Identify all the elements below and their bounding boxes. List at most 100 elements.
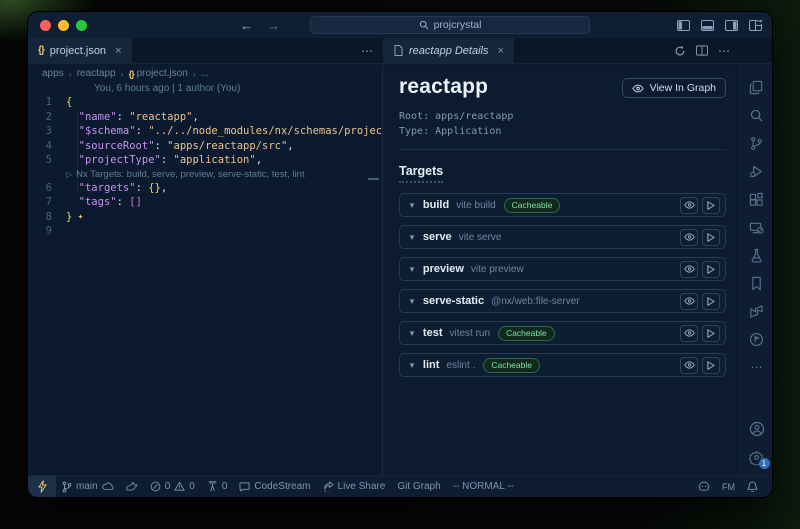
- target-row[interactable]: ▼ test vitest run Cacheable: [399, 321, 726, 345]
- gitlens-bird-indicator[interactable]: [120, 476, 144, 497]
- code-line[interactable]: 8} ✦: [28, 210, 382, 225]
- breadcrumb-label: ...: [201, 68, 209, 79]
- view-target-button[interactable]: [680, 357, 698, 374]
- close-tab-icon[interactable]: ×: [115, 45, 121, 57]
- explorer-icon[interactable]: [741, 73, 773, 101]
- breadcrumb-separator: ›: [121, 69, 124, 79]
- live-share-indicator[interactable]: Live Share: [317, 476, 392, 497]
- more-actions-icon[interactable]: ⋯: [718, 44, 730, 58]
- target-name: serve-static: [423, 295, 484, 307]
- fm-indicator[interactable]: FM: [716, 476, 741, 497]
- git-branch-indicator[interactable]: main: [56, 476, 120, 497]
- nx-console-icon[interactable]: [741, 297, 773, 325]
- project-manager-icon[interactable]: [741, 325, 773, 353]
- close-tab-icon[interactable]: ×: [498, 45, 504, 57]
- target-row[interactable]: ▼ serve-static @nx/web:file-server: [399, 289, 726, 313]
- breadcrumb-item[interactable]: ...: [201, 68, 209, 79]
- search-icon[interactable]: [741, 101, 773, 129]
- codestream-indicator[interactable]: CodeStream: [233, 476, 316, 497]
- tab-project-json[interactable]: {} project.json ×: [28, 38, 132, 63]
- toggle-panel-icon[interactable]: [701, 20, 714, 31]
- target-row[interactable]: ▼ preview vite preview: [399, 257, 726, 281]
- code-line[interactable]: 4 "sourceRoot": "apps/reactapp/src",: [28, 139, 382, 154]
- view-target-button[interactable]: [680, 293, 698, 310]
- bell-icon: [747, 481, 758, 493]
- more-actions-icon[interactable]: ⋯: [361, 44, 373, 58]
- run-target-button[interactable]: [702, 229, 720, 246]
- code-token: {}: [148, 181, 161, 196]
- code-line[interactable]: 2 "name": "reactapp",: [28, 110, 382, 125]
- remote-indicator[interactable]: [28, 476, 56, 497]
- copilot-indicator[interactable]: [692, 476, 716, 497]
- code-line[interactable]: 6 "targets": {},: [28, 181, 382, 196]
- chevron-down-icon[interactable]: ▼: [408, 297, 416, 306]
- code-line[interactable]: 1{: [28, 95, 382, 110]
- target-row[interactable]: ▼ lint eslint . Cacheable: [399, 353, 726, 377]
- line-number: 5: [28, 153, 66, 168]
- customize-layout-icon[interactable]: [749, 20, 762, 31]
- chevron-down-icon[interactable]: ▼: [408, 361, 416, 370]
- problems-indicator[interactable]: 0 0: [144, 476, 201, 497]
- vim-mode-indicator[interactable]: -- NORMAL --: [447, 476, 520, 497]
- view-in-graph-button[interactable]: View In Graph: [622, 78, 726, 98]
- command-center-search[interactable]: projcrystal: [310, 16, 590, 34]
- run-target-button[interactable]: [702, 325, 720, 342]
- breadcrumb-item[interactable]: apps: [42, 68, 64, 79]
- breadcrumb-item[interactable]: reactapp: [77, 68, 116, 79]
- tab-reactapp-details[interactable]: reactapp Details ×: [384, 38, 514, 63]
- code-line[interactable]: 9: [28, 224, 382, 239]
- refresh-icon[interactable]: [674, 45, 686, 57]
- json-file-icon: {}: [38, 45, 44, 56]
- settings-gear-icon[interactable]: 1: [741, 443, 773, 471]
- run-target-button[interactable]: [702, 197, 720, 214]
- cacheable-badge: Cacheable: [498, 326, 555, 341]
- view-target-button[interactable]: [680, 325, 698, 342]
- code-line[interactable]: 7 "tags": []: [28, 195, 382, 210]
- toggle-primary-sidebar-icon[interactable]: [677, 20, 690, 31]
- view-target-button[interactable]: [680, 261, 698, 278]
- chevron-down-icon[interactable]: ▼: [408, 233, 416, 242]
- git-graph-indicator[interactable]: Git Graph: [391, 476, 446, 497]
- toggle-secondary-sidebar-icon[interactable]: [725, 20, 738, 31]
- code-line[interactable]: 3 "$schema": "../../node_modules/nx/sche…: [28, 124, 382, 139]
- forward-arrow-icon[interactable]: →: [267, 18, 280, 33]
- code-token: "targets": [79, 181, 136, 196]
- warning-icon: [174, 481, 185, 492]
- extensions-icon[interactable]: [741, 185, 773, 213]
- run-target-button[interactable]: [702, 261, 720, 278]
- eye-icon: [684, 297, 695, 305]
- account-icon[interactable]: [741, 415, 773, 443]
- code-line[interactable]: 5 "projectType": "application",: [28, 153, 382, 168]
- play-icon: [707, 265, 715, 274]
- breadcrumb-item[interactable]: {}project.json: [129, 68, 188, 79]
- minimize-window-button[interactable]: [58, 20, 69, 31]
- bookmarks-icon[interactable]: [741, 269, 773, 297]
- split-editor-icon[interactable]: [696, 45, 708, 56]
- chevron-down-icon[interactable]: ▼: [408, 329, 416, 338]
- remote-explorer-icon[interactable]: [741, 213, 773, 241]
- chevron-down-icon[interactable]: ▼: [408, 265, 416, 274]
- copilot-sparkle-icon: ✦: [72, 210, 83, 225]
- nx-codelens[interactable]: ▷Nx Targets: build, serve, preview, serv…: [28, 168, 382, 181]
- code-content[interactable]: 1{2 "name": "reactapp",3 "$schema": "../…: [28, 95, 382, 239]
- run-target-button[interactable]: [702, 357, 720, 374]
- notifications-indicator[interactable]: [741, 476, 764, 497]
- chevron-down-icon[interactable]: ▼: [408, 201, 416, 210]
- target-row[interactable]: ▼ serve vite serve: [399, 225, 726, 249]
- target-row[interactable]: ▼ build vite build Cacheable: [399, 193, 726, 217]
- editor-project-json[interactable]: apps›reactapp›{}project.json›... You, 6 …: [28, 65, 383, 475]
- sash-handle[interactable]: [368, 178, 379, 180]
- view-target-button[interactable]: [680, 229, 698, 246]
- test-flask-icon[interactable]: [741, 241, 773, 269]
- more-views-icon[interactable]: ⋯: [741, 353, 773, 381]
- run-target-button[interactable]: [702, 293, 720, 310]
- close-window-button[interactable]: [40, 20, 51, 31]
- eye-icon: [684, 265, 695, 273]
- ports-indicator[interactable]: 0: [201, 476, 234, 497]
- zoom-window-button[interactable]: [76, 20, 87, 31]
- source-control-icon[interactable]: [741, 129, 773, 157]
- view-target-button[interactable]: [680, 197, 698, 214]
- run-debug-icon[interactable]: [741, 157, 773, 185]
- eye-icon: [684, 329, 695, 337]
- back-arrow-icon[interactable]: ←: [240, 18, 253, 33]
